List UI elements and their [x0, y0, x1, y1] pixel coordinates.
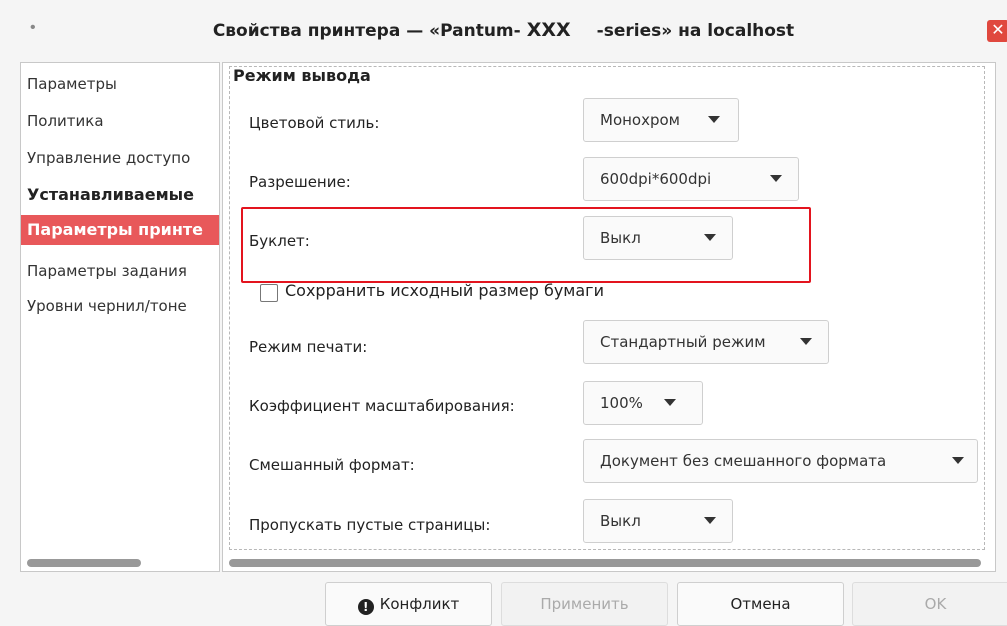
- chevron-down-icon: [704, 517, 716, 524]
- ok-button[interactable]: OK: [852, 582, 1007, 626]
- resolution-value: 600dpi*600dpi: [600, 170, 712, 188]
- scale-factor-value: 100%: [600, 394, 643, 412]
- options-horizontal-scrollbar[interactable]: [229, 559, 981, 567]
- chevron-down-icon: [800, 338, 812, 345]
- close-button[interactable]: ✕: [987, 20, 1007, 42]
- resolution-label: Разрешение:: [249, 173, 351, 191]
- color-style-select[interactable]: Монохром: [583, 98, 739, 142]
- sidebar: Параметры Политика Управление доступо Ус…: [20, 62, 220, 572]
- title-suffix: -series» на localhost: [596, 21, 795, 41]
- section-title: Режим вывода: [233, 66, 371, 85]
- mixed-format-label: Смешанный формат:: [249, 456, 415, 474]
- chevron-down-icon: [770, 175, 782, 182]
- mixed-format-select[interactable]: Документ без смешанного формата: [583, 439, 978, 483]
- sidebar-item-job-options[interactable]: Параметры задания: [21, 256, 219, 286]
- booklet-label: Буклет:: [249, 232, 310, 250]
- chevron-down-icon: [952, 457, 964, 464]
- apply-button[interactable]: Применить: [501, 582, 668, 626]
- resolution-select[interactable]: 600dpi*600dpi: [583, 157, 799, 201]
- skip-blank-pages-value: Выкл: [600, 512, 641, 530]
- chevron-down-icon: [708, 116, 720, 123]
- skip-blank-pages-label: Пропускать пустые страницы:: [249, 516, 491, 534]
- sidebar-item-ink-levels[interactable]: Уровни чернил/тоне: [21, 291, 219, 321]
- sidebar-item-installable-options[interactable]: Устанавливаемые: [21, 180, 219, 210]
- title-bar: • Свойства принтера — «Pantum- XXX -series…: [0, 0, 1007, 62]
- color-style-value: Монохром: [600, 111, 680, 129]
- booklet-value: Выкл: [600, 229, 641, 247]
- print-mode-label: Режим печати:: [249, 338, 368, 356]
- chevron-down-icon: [704, 234, 716, 241]
- mixed-format-value: Документ без смешанного формата: [600, 452, 887, 470]
- conflict-label: Конфликт: [379, 595, 460, 613]
- sidebar-horizontal-scrollbar[interactable]: [27, 559, 141, 567]
- skip-blank-pages-select[interactable]: Выкл: [583, 499, 733, 543]
- sidebar-item-parameters[interactable]: Параметры: [21, 69, 219, 99]
- warning-icon: !: [357, 599, 374, 615]
- window-title: Свойства принтера — «Pantum- XXX -series» …: [0, 19, 1007, 42]
- keep-paper-size-checkbox[interactable]: [260, 284, 278, 302]
- options-panel: Режим вывода Цветовой стиль: Монохром Ра…: [222, 62, 996, 572]
- conflict-button[interactable]: ! Конфликт: [325, 582, 492, 626]
- sidebar-item-policy[interactable]: Политика: [21, 106, 219, 136]
- chevron-down-icon: [664, 399, 676, 406]
- title-model: XXX: [526, 19, 571, 41]
- scale-factor-label: Коэффициент масштабирования:: [249, 397, 515, 415]
- color-style-label: Цветовой стиль:: [249, 114, 380, 132]
- title-prefix: Свойства принтера — «Pantum-: [212, 21, 521, 41]
- sidebar-item-access-control[interactable]: Управление доступо: [21, 143, 219, 173]
- keep-paper-size-label[interactable]: Сохрранить исходный размер бумаги: [285, 281, 604, 300]
- booklet-select[interactable]: Выкл: [583, 216, 733, 260]
- cancel-button[interactable]: Отмена: [677, 582, 844, 626]
- sidebar-item-printer-options[interactable]: Параметры принте: [21, 215, 219, 245]
- print-mode-select[interactable]: Стандартный режим: [583, 320, 829, 364]
- print-mode-value: Стандартный режим: [600, 333, 766, 351]
- scale-factor-select[interactable]: 100%: [583, 381, 703, 425]
